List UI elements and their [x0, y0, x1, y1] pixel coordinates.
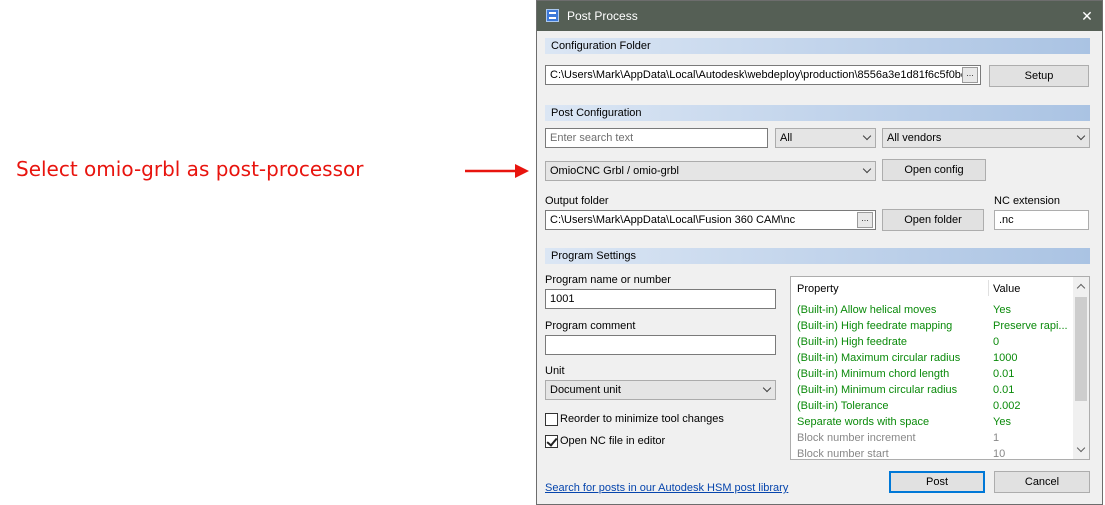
config-folder-field[interactable]: C:\Users\Mark\AppData\Local\Autodesk\web…	[545, 65, 981, 85]
output-folder-field[interactable]: C:\Users\Mark\AppData\Local\Fusion 360 C…	[545, 210, 876, 230]
property-name: Block number start	[797, 448, 889, 460]
property-name: (Built-in) High feedrate	[797, 336, 908, 348]
table-row[interactable]: (Built-in) High feedrate mapping Preserve…	[791, 318, 1074, 334]
program-comment-label: Program comment	[545, 320, 636, 332]
chevron-down-icon	[762, 383, 772, 393]
scroll-thumb[interactable]	[1075, 297, 1087, 401]
output-folder-label: Output folder	[545, 195, 609, 207]
open-nc-checkbox[interactable]	[545, 435, 558, 448]
post-button[interactable]: Post	[889, 471, 985, 493]
property-value[interactable]: 0.01	[993, 366, 1073, 382]
property-value[interactable]: 10	[993, 446, 1073, 459]
property-name: Block number increment	[797, 432, 916, 444]
filter-dropdown-value: All	[780, 132, 793, 144]
program-name-label: Program name or number	[545, 274, 671, 286]
property-name: (Built-in) Minimum circular radius	[797, 384, 958, 396]
table-row[interactable]: Block number increment 1	[791, 430, 1074, 446]
chevron-down-icon	[862, 131, 872, 141]
scroll-up-icon[interactable]	[1076, 283, 1086, 293]
program-comment-input[interactable]	[545, 335, 776, 355]
section-configuration-folder: Configuration Folder	[545, 38, 1090, 54]
cancel-button[interactable]: Cancel	[994, 471, 1090, 493]
program-name-input[interactable]: 1001	[545, 289, 776, 309]
post-process-dialog: Post Process ✕ Configuration Folder C:\U…	[536, 0, 1103, 505]
property-value[interactable]: 0	[993, 334, 1073, 350]
reorder-label: Reorder to minimize tool changes	[560, 413, 724, 425]
open-nc-label: Open NC file in editor	[560, 435, 666, 447]
table-row[interactable]: (Built-in) Minimum chord length 0.01	[791, 366, 1074, 382]
table-row[interactable]: Separate words with space Yes	[791, 414, 1074, 430]
column-header-property[interactable]: Property	[797, 283, 839, 295]
vendor-dropdown[interactable]: All vendors	[882, 128, 1090, 148]
post-library-link[interactable]: Search for posts in our Autodesk HSM pos…	[545, 482, 788, 494]
unit-dropdown-value: Document unit	[550, 384, 621, 396]
property-grid[interactable]: Property Value (Built-in) Allow helical …	[790, 276, 1090, 460]
checkmark-icon	[546, 435, 558, 447]
property-value[interactable]: Preserve rapi...	[993, 318, 1073, 334]
property-grid-scrollbar[interactable]	[1073, 277, 1089, 459]
property-name: (Built-in) Tolerance	[797, 400, 889, 412]
chevron-down-icon	[1076, 131, 1086, 141]
unit-label: Unit	[545, 365, 565, 377]
vendor-dropdown-value: All vendors	[887, 132, 942, 144]
property-name: (Built-in) Maximum circular radius	[797, 352, 961, 364]
property-value[interactable]: 1000	[993, 350, 1073, 366]
property-name: (Built-in) Allow helical moves	[797, 304, 937, 316]
scroll-down-icon[interactable]	[1076, 443, 1086, 453]
app-icon	[546, 9, 559, 22]
property-value[interactable]: 1	[993, 430, 1073, 446]
reorder-checkbox[interactable]	[545, 413, 558, 426]
search-input[interactable]: Enter search text	[545, 128, 768, 148]
filter-dropdown[interactable]: All	[775, 128, 876, 148]
table-row[interactable]: (Built-in) Allow helical moves Yes	[791, 302, 1074, 318]
annotation-text: Select omio-grbl as post-processor	[16, 157, 364, 181]
property-value[interactable]: Yes	[993, 302, 1073, 318]
property-name: (Built-in) Minimum chord length	[797, 368, 950, 380]
property-value[interactable]: Yes	[993, 414, 1073, 430]
property-value[interactable]: 0.01	[993, 382, 1073, 398]
table-row[interactable]: (Built-in) Minimum circular radius 0.01	[791, 382, 1074, 398]
section-program-settings: Program Settings	[545, 248, 1090, 264]
table-row[interactable]: (Built-in) High feedrate 0	[791, 334, 1074, 350]
property-value[interactable]: 0.002	[993, 398, 1073, 414]
table-row[interactable]: (Built-in) Maximum circular radius 1000	[791, 350, 1074, 366]
table-row[interactable]: (Built-in) Tolerance 0.002	[791, 398, 1074, 414]
column-separator[interactable]	[988, 280, 989, 296]
config-browse-button[interactable]: ...	[962, 67, 978, 83]
post-processor-dropdown[interactable]: OmioCNC Grbl / omio-grbl	[545, 161, 876, 181]
table-row[interactable]: Block number start 10	[791, 446, 1074, 460]
arrow-right-icon	[465, 164, 529, 178]
property-name: Separate words with space	[797, 416, 930, 428]
open-folder-button[interactable]: Open folder	[882, 209, 984, 231]
section-post-configuration: Post Configuration	[545, 105, 1090, 121]
close-icon[interactable]: ✕	[1072, 1, 1102, 31]
title-bar: Post Process ✕	[537, 1, 1102, 31]
column-header-value[interactable]: Value	[993, 283, 1020, 295]
chevron-down-icon	[862, 164, 872, 174]
property-grid-header: Property Value	[791, 277, 1074, 299]
post-processor-value: OmioCNC Grbl / omio-grbl	[550, 165, 679, 177]
property-rows: (Built-in) Allow helical moves Yes (Built-…	[791, 302, 1074, 460]
setup-button[interactable]: Setup	[989, 65, 1089, 87]
open-config-button[interactable]: Open config	[882, 159, 986, 181]
property-name: (Built-in) High feedrate mapping	[797, 320, 953, 332]
window-title: Post Process	[567, 9, 638, 23]
output-browse-button[interactable]: ...	[857, 212, 873, 228]
unit-dropdown[interactable]: Document unit	[545, 380, 776, 400]
nc-extension-label: NC extension	[994, 195, 1061, 207]
nc-extension-field[interactable]: .nc	[994, 210, 1089, 230]
